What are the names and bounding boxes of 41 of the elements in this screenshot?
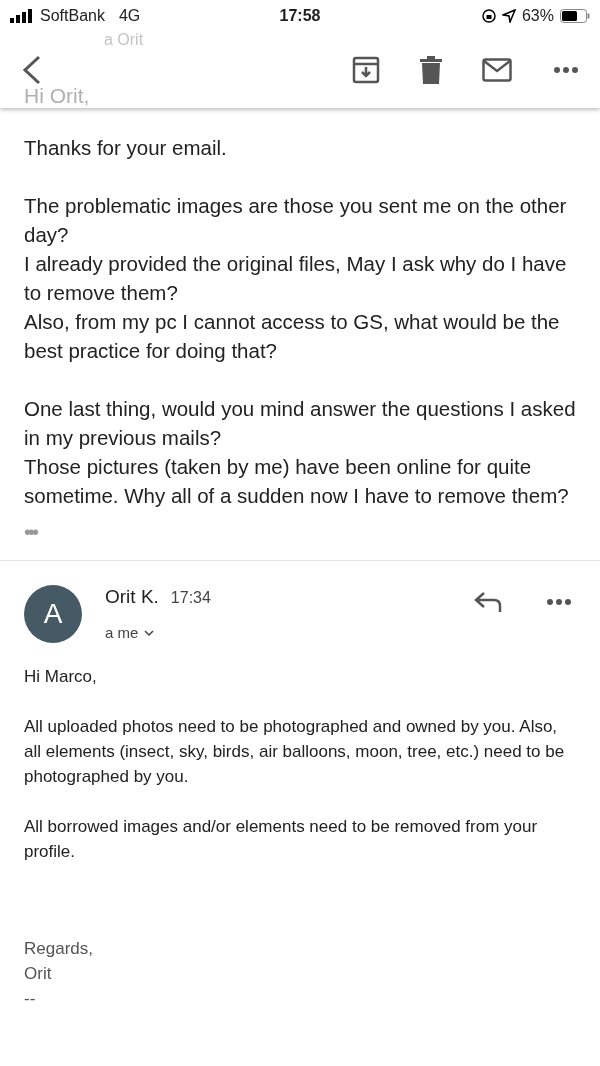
envelope-icon [482,58,512,82]
archive-button[interactable] [352,56,380,84]
delete-button[interactable] [420,56,442,84]
message-time: 17:34 [170,588,211,608]
mark-unread-button[interactable] [482,58,512,82]
network-type: 4G [118,6,141,26]
signature-line: -- [24,988,37,1010]
greeting-text: Hi Orit, [24,83,90,109]
chevron-down-icon [144,629,155,636]
body-text: One last thing, would you mind answer the questions I asked in my previous mails? [24,396,576,451]
message-more-button[interactable] [547,599,571,605]
sender-name: Orit K. [105,585,159,609]
recipient-line: a Orit [104,30,144,50]
more-icon [554,67,578,73]
body-text: Those pictures (taken by me) have been online for quite sometime. Why all of a sudden now I have to remove them? [24,454,570,509]
back-icon [22,55,42,85]
sender-avatar: A [24,585,82,643]
body-text: Also, from my pc I cannot access to GS, what would be the best practice for doing that? [24,309,561,364]
body-text: All borrowed images and/or elements need to be removed from your profile. [24,816,539,863]
recipient-button[interactable]: a me [105,621,155,644]
battery-percent: 63% [521,6,554,26]
carrier-name: SoftBank [40,6,105,26]
reply-button[interactable] [474,591,502,613]
rotation-lock-icon [481,9,496,23]
clock-time: 17:58 [279,7,321,24]
trash-icon [420,56,442,84]
more-icon [547,599,571,605]
reply-icon [474,591,502,613]
signature-line: Orit [24,963,53,985]
body-text: I already provided the original files, May I ask why do I have to remove them? [24,251,568,306]
body-text: Thanks for your email. [24,135,228,161]
body-text: The problematic images are those you sent me on the other day? [24,193,568,248]
signal-icon [10,9,34,23]
archive-icon [352,56,380,84]
location-arrow-icon [501,9,516,23]
more-button[interactable] [554,67,578,73]
signature-line: Regards, [24,938,94,960]
body-text: Hi Marco, [24,666,98,688]
battery-icon [560,9,590,23]
back-button[interactable] [22,55,42,85]
body-text: All uploaded photos need to be photographed and owned by you. Also, all elements (insect, sky, birds, air balloons, moon, tree, etc.) need to be photographed by you. [24,716,566,788]
